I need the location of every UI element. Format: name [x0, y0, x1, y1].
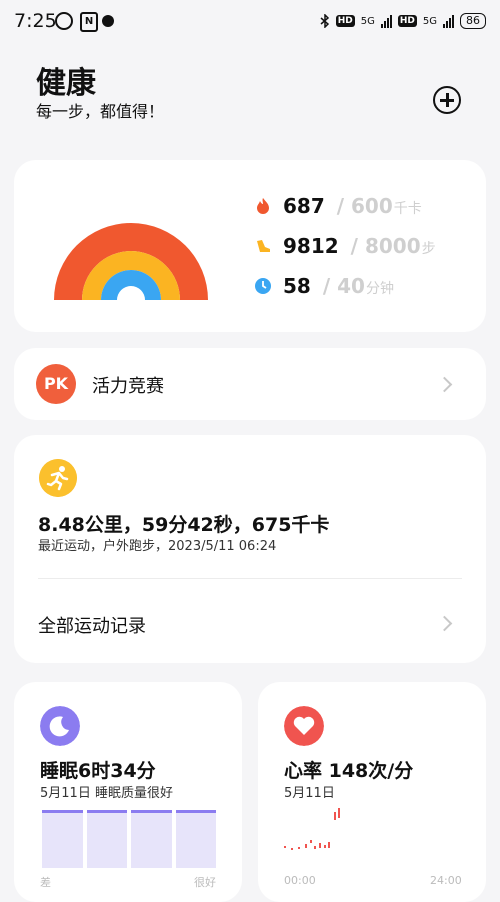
network-label: 5G — [360, 15, 375, 27]
battery-icon: 86 — [460, 13, 486, 29]
heart-rate-date: 5月11日 — [284, 786, 335, 801]
pk-label: 活力竞赛 — [92, 376, 164, 397]
heart-icon — [284, 706, 324, 746]
sleep-title: 睡眠6时34分 — [40, 760, 156, 782]
pk-card[interactable]: PK 活力竞赛 — [14, 348, 486, 420]
flame-icon — [257, 198, 269, 214]
calories-goal: / 600 — [336, 194, 393, 218]
sleep-bar — [42, 810, 83, 868]
page-title: 健康 — [36, 66, 96, 101]
heart-rate-chart — [284, 808, 340, 850]
network-label: 5G — [422, 15, 437, 27]
add-button[interactable] — [433, 86, 461, 114]
status-time: 7:25 — [14, 10, 57, 32]
bluetooth-icon — [320, 14, 329, 28]
sleep-detail: 5月11日 睡眠质量很好 — [40, 786, 173, 801]
activity-card[interactable]: 687 / 600 千卡 9812 / 8000 步 58 / 40 分钟 — [14, 160, 486, 332]
minutes-stat: 58 / 40 分钟 — [254, 274, 394, 298]
page-subtitle: 每一步，都值得！ — [36, 102, 165, 121]
activity-rainbow-chart — [54, 223, 208, 300]
clock-icon — [255, 278, 271, 294]
steps-stat: 9812 / 8000 步 — [254, 234, 436, 258]
heart-axis-right: 24:00 — [430, 874, 462, 887]
calories-value: 687 — [283, 194, 325, 218]
sleep-bar — [131, 810, 172, 868]
sleep-bar — [175, 810, 216, 868]
shoe-icon — [257, 240, 270, 252]
sleep-bar — [86, 810, 127, 868]
sleep-chart — [42, 810, 216, 868]
workout-card: 8.48公里，59分42秒，675千卡 最近运动，户外跑步，2023/5/11 … — [14, 435, 486, 663]
chevron-right-icon — [436, 376, 453, 393]
hd-icon: HD — [335, 15, 355, 27]
sleep-card[interactable]: 睡眠6时34分 5月11日 睡眠质量很好 差 很好 — [14, 682, 242, 902]
nfc-icon: N — [80, 12, 98, 32]
sleep-axis-left: 差 — [40, 876, 51, 889]
heart-rate-card[interactable]: 心率 148次/分 5月11日 00:00 24:00 — [258, 682, 486, 902]
alarm-icon — [55, 12, 73, 30]
status-right-group: HD 5G HD 5G 86 — [320, 10, 486, 32]
status-bar: 7:25 N HD 5G HD 5G 86 — [0, 0, 500, 44]
heart-axis-left: 00:00 — [284, 874, 316, 887]
running-icon — [39, 459, 77, 497]
hd-icon: HD — [397, 15, 417, 27]
signal-icon — [443, 14, 454, 28]
pk-badge-icon: PK — [36, 364, 76, 404]
moon-icon — [40, 706, 80, 746]
minutes-goal: / 40 — [322, 274, 365, 298]
all-records-link[interactable]: 全部运动记录 — [38, 612, 146, 638]
steps-value: 9812 — [283, 234, 339, 258]
steps-unit: 步 — [421, 241, 436, 257]
heart-rate-title: 心率 148次/分 — [284, 760, 414, 782]
minutes-value: 58 — [283, 274, 311, 298]
notification-dot-icon — [102, 15, 114, 27]
workout-summary: 8.48公里，59分42秒，675千卡 — [38, 514, 330, 536]
signal-icon — [380, 14, 392, 28]
calories-unit: 千卡 — [393, 201, 422, 217]
chevron-right-icon[interactable] — [436, 615, 453, 632]
calories-stat: 687 / 600 千卡 — [254, 194, 422, 218]
divider — [38, 578, 462, 579]
workout-detail: 最近运动，户外跑步，2023/5/11 06:24 — [38, 539, 277, 554]
steps-goal: / 8000 — [350, 234, 421, 258]
minutes-unit: 分钟 — [365, 281, 394, 297]
sleep-axis-right: 很好 — [194, 876, 216, 889]
